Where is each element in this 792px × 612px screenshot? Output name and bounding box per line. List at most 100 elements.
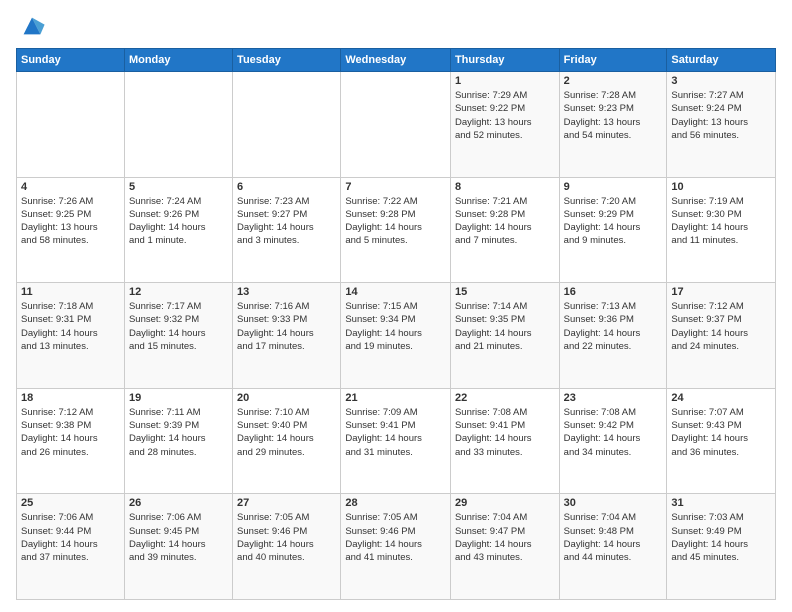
calendar-cell: 1Sunrise: 7:29 AMSunset: 9:22 PMDaylight… xyxy=(450,72,559,178)
weekday-header: Monday xyxy=(124,49,232,72)
day-number: 6 xyxy=(237,181,336,193)
day-info: and 31 minutes. xyxy=(345,446,446,459)
calendar-header-row: SundayMondayTuesdayWednesdayThursdayFrid… xyxy=(17,49,776,72)
day-info: Sunset: 9:34 PM xyxy=(345,313,446,326)
day-info: and 21 minutes. xyxy=(455,340,555,353)
day-info: Daylight: 14 hours xyxy=(21,432,120,445)
calendar-cell: 5Sunrise: 7:24 AMSunset: 9:26 PMDaylight… xyxy=(124,177,232,283)
day-info: Sunset: 9:35 PM xyxy=(455,313,555,326)
day-info: Sunset: 9:41 PM xyxy=(455,419,555,432)
day-info: Sunrise: 7:18 AM xyxy=(21,300,120,313)
day-info: Sunrise: 7:28 AM xyxy=(564,89,663,102)
day-info: Daylight: 14 hours xyxy=(345,538,446,551)
calendar-cell: 14Sunrise: 7:15 AMSunset: 9:34 PMDayligh… xyxy=(341,283,451,389)
day-number: 1 xyxy=(455,75,555,87)
day-info: and 43 minutes. xyxy=(455,551,555,564)
calendar-cell: 23Sunrise: 7:08 AMSunset: 9:42 PMDayligh… xyxy=(559,388,667,494)
calendar-cell: 27Sunrise: 7:05 AMSunset: 9:46 PMDayligh… xyxy=(233,494,341,600)
day-info: Sunrise: 7:23 AM xyxy=(237,195,336,208)
day-info: Sunset: 9:46 PM xyxy=(237,525,336,538)
day-info: Sunrise: 7:06 AM xyxy=(21,511,120,524)
day-info: Sunrise: 7:06 AM xyxy=(129,511,228,524)
day-number: 20 xyxy=(237,392,336,404)
day-info: Sunset: 9:41 PM xyxy=(345,419,446,432)
day-info: Sunset: 9:43 PM xyxy=(671,419,771,432)
calendar-week-row: 18Sunrise: 7:12 AMSunset: 9:38 PMDayligh… xyxy=(17,388,776,494)
day-info: and 44 minutes. xyxy=(564,551,663,564)
weekday-header: Saturday xyxy=(667,49,776,72)
day-info: Daylight: 13 hours xyxy=(671,116,771,129)
day-info: Sunset: 9:32 PM xyxy=(129,313,228,326)
day-info: Sunrise: 7:17 AM xyxy=(129,300,228,313)
calendar-week-row: 25Sunrise: 7:06 AMSunset: 9:44 PMDayligh… xyxy=(17,494,776,600)
calendar-cell: 6 Sunrise: 7:23 AMSunset: 9:27 PMDaylight… xyxy=(233,177,341,283)
calendar-cell: 2Sunrise: 7:28 AMSunset: 9:23 PMDaylight… xyxy=(559,72,667,178)
day-info: Daylight: 14 hours xyxy=(455,327,555,340)
day-number: 13 xyxy=(237,286,336,298)
header xyxy=(16,12,776,40)
calendar-cell: 25Sunrise: 7:06 AMSunset: 9:44 PMDayligh… xyxy=(17,494,125,600)
logo xyxy=(16,12,46,40)
day-info: Sunset: 9:24 PM xyxy=(671,102,771,115)
day-info: and 5 minutes. xyxy=(345,234,446,247)
calendar-cell: 15Sunrise: 7:14 AMSunset: 9:35 PMDayligh… xyxy=(450,283,559,389)
day-info: Sunrise: 7:14 AM xyxy=(455,300,555,313)
day-info: Sunrise: 7:21 AM xyxy=(455,195,555,208)
day-info: and 37 minutes. xyxy=(21,551,120,564)
day-info: Daylight: 14 hours xyxy=(671,538,771,551)
day-info: Daylight: 14 hours xyxy=(129,327,228,340)
day-info: Sunrise: 7:08 AM xyxy=(564,406,663,419)
calendar-week-row: 11Sunrise: 7:18 AMSunset: 9:31 PMDayligh… xyxy=(17,283,776,389)
day-number: 12 xyxy=(129,286,228,298)
calendar-cell: 29Sunrise: 7:04 AMSunset: 9:47 PMDayligh… xyxy=(450,494,559,600)
day-number: 28 xyxy=(345,497,446,509)
day-number: 7 xyxy=(345,181,446,193)
day-info: and 28 minutes. xyxy=(129,446,228,459)
day-number: 23 xyxy=(564,392,663,404)
day-info: Sunrise: 7:22 AM xyxy=(345,195,446,208)
day-info: Sunset: 9:29 PM xyxy=(564,208,663,221)
day-info: Daylight: 14 hours xyxy=(237,327,336,340)
day-number: 16 xyxy=(564,286,663,298)
day-info: Sunset: 9:28 PM xyxy=(345,208,446,221)
day-info: and 41 minutes. xyxy=(345,551,446,564)
day-info: Sunrise: 7:24 AM xyxy=(129,195,228,208)
day-info: Daylight: 14 hours xyxy=(237,538,336,551)
day-info: and 22 minutes. xyxy=(564,340,663,353)
day-info: Sunrise: 7:10 AM xyxy=(237,406,336,419)
day-info: Sunset: 9:25 PM xyxy=(21,208,120,221)
day-number: 22 xyxy=(455,392,555,404)
day-info: Sunset: 9:46 PM xyxy=(345,525,446,538)
day-info: Sunrise: 7:26 AM xyxy=(21,195,120,208)
day-info: Daylight: 14 hours xyxy=(455,432,555,445)
weekday-header: Thursday xyxy=(450,49,559,72)
calendar-cell: 22 Sunrise: 7:08 AMSunset: 9:41 PMDayligh… xyxy=(450,388,559,494)
day-number: 29 xyxy=(455,497,555,509)
calendar-cell: 20 Sunrise: 7:10 AMSunset: 9:40 PMDayligh… xyxy=(233,388,341,494)
day-info: Sunset: 9:27 PM xyxy=(237,208,336,221)
day-info: Daylight: 14 hours xyxy=(564,432,663,445)
day-info: Daylight: 14 hours xyxy=(564,221,663,234)
day-info: Sunset: 9:40 PM xyxy=(237,419,336,432)
day-info: Sunrise: 7:13 AM xyxy=(564,300,663,313)
day-info: Sunrise: 7:08 AM xyxy=(455,406,555,419)
day-info: Sunrise: 7:11 AM xyxy=(129,406,228,419)
day-number: 17 xyxy=(671,286,771,298)
day-info: and 58 minutes. xyxy=(21,234,120,247)
weekday-header: Wednesday xyxy=(341,49,451,72)
day-info: Daylight: 14 hours xyxy=(237,221,336,234)
calendar-cell: 13Sunrise: 7:16 AMSunset: 9:33 PMDayligh… xyxy=(233,283,341,389)
day-info: Sunset: 9:33 PM xyxy=(237,313,336,326)
day-info: and 9 minutes. xyxy=(564,234,663,247)
day-info: and 40 minutes. xyxy=(237,551,336,564)
day-info: Sunset: 9:31 PM xyxy=(21,313,120,326)
logo-icon xyxy=(18,12,46,40)
day-info: and 11 minutes. xyxy=(671,234,771,247)
calendar-table: SundayMondayTuesdayWednesdayThursdayFrid… xyxy=(16,48,776,600)
day-info: Sunset: 9:48 PM xyxy=(564,525,663,538)
day-info: Daylight: 13 hours xyxy=(455,116,555,129)
calendar-cell: 4Sunrise: 7:26 AMSunset: 9:25 PMDaylight… xyxy=(17,177,125,283)
day-info: Daylight: 14 hours xyxy=(237,432,336,445)
day-info: and 3 minutes. xyxy=(237,234,336,247)
day-info: Sunrise: 7:15 AM xyxy=(345,300,446,313)
